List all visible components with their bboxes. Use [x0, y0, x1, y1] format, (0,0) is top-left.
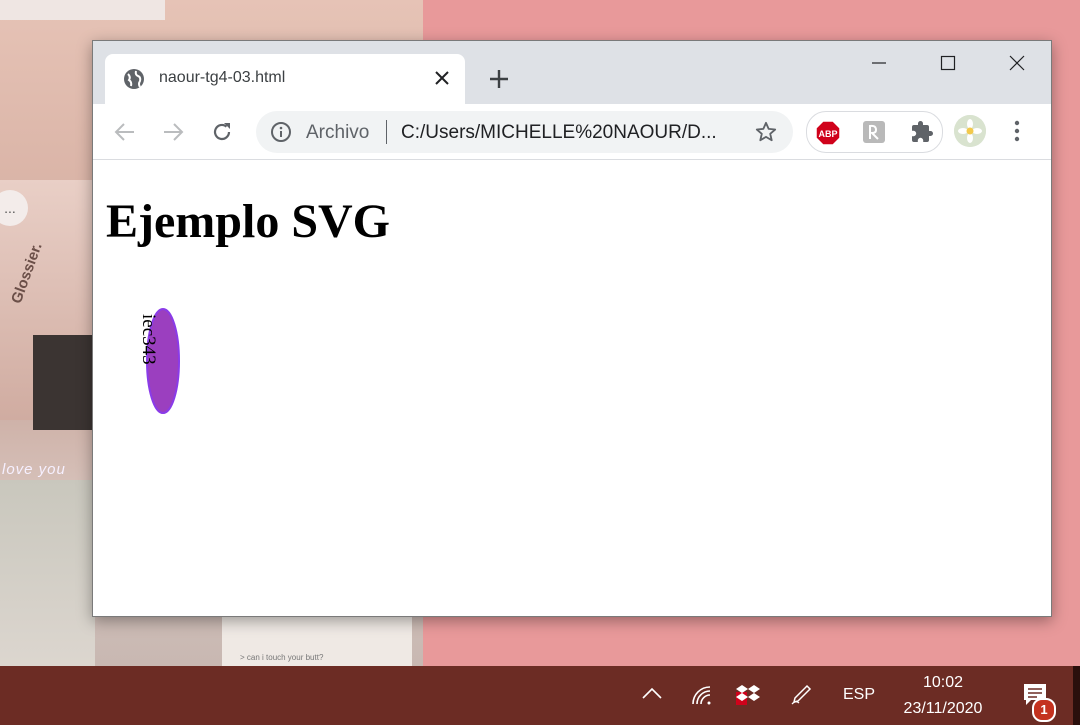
extensions-group: ABP: [806, 111, 943, 153]
wifi-icon[interactable]: [689, 684, 715, 708]
ellipse-text: iec343: [138, 314, 159, 365]
adblock-plus-icon[interactable]: ABP: [815, 120, 841, 146]
wallpaper-photo: [0, 0, 165, 20]
svg-text:ABP: ABP: [818, 129, 837, 139]
svg-example: iec343: [133, 300, 253, 445]
wallpaper-photo: [33, 335, 93, 430]
language-indicator[interactable]: ESP: [838, 686, 880, 704]
page-heading: Ejemplo SVG: [106, 195, 391, 248]
info-icon[interactable]: [270, 121, 292, 143]
maximize-button[interactable]: [926, 49, 970, 77]
back-button[interactable]: [111, 118, 139, 146]
page-viewport: Ejemplo SVG iec343: [93, 160, 1051, 616]
notification-center-icon[interactable]: 1: [1016, 682, 1056, 722]
profile-avatar[interactable]: [954, 115, 986, 147]
clock-date[interactable]: 23/11/2020: [892, 700, 994, 718]
wallpaper-love-text: love you: [2, 461, 66, 478]
chevron-up-icon[interactable]: [640, 686, 664, 706]
close-tab-icon[interactable]: [431, 67, 453, 89]
notification-badge: 1: [1032, 698, 1056, 722]
tab-strip: naour-tg4-03.html: [93, 41, 1051, 104]
wallpaper-photo: [0, 480, 95, 666]
close-window-button[interactable]: [995, 49, 1039, 77]
file-scheme-label: Archivo: [306, 122, 370, 143]
clock-time[interactable]: 10:02: [905, 674, 981, 692]
forward-button[interactable]: [159, 118, 187, 146]
address-bar[interactable]: Archivo C:/Users/MICHELLE%20NAOUR/D...: [256, 111, 793, 153]
minimize-button[interactable]: [857, 49, 901, 77]
tab-active[interactable]: naour-tg4-03.html: [105, 54, 465, 104]
url-text[interactable]: C:/Users/MICHELLE%20NAOUR/D...: [401, 122, 717, 144]
browser-toolbar: Archivo C:/Users/MICHELLE%20NAOUR/D... A…: [93, 104, 1051, 160]
puzzle-icon[interactable]: [910, 120, 934, 144]
pen-icon[interactable]: [789, 682, 815, 708]
extension-icon[interactable]: [862, 120, 886, 144]
taskbar-edge: [1073, 666, 1080, 725]
globe-icon: [123, 68, 145, 90]
tab-title: naour-tg4-03.html: [159, 69, 286, 86]
wallpaper-small-text: > can i touch your butt?: [240, 653, 324, 662]
browser-window: naour-tg4-03.html Archivo C:/Users/MICHE…: [92, 40, 1052, 617]
taskbar: ESP 10:02 23/11/2020 1: [0, 666, 1080, 725]
bookmark-star-icon[interactable]: [752, 118, 780, 146]
more-menu-icon[interactable]: [1005, 117, 1029, 145]
new-tab-button[interactable]: [485, 65, 513, 93]
address-divider: [386, 120, 387, 144]
dropbox-icon[interactable]: [734, 682, 762, 710]
reload-button[interactable]: [208, 118, 236, 146]
